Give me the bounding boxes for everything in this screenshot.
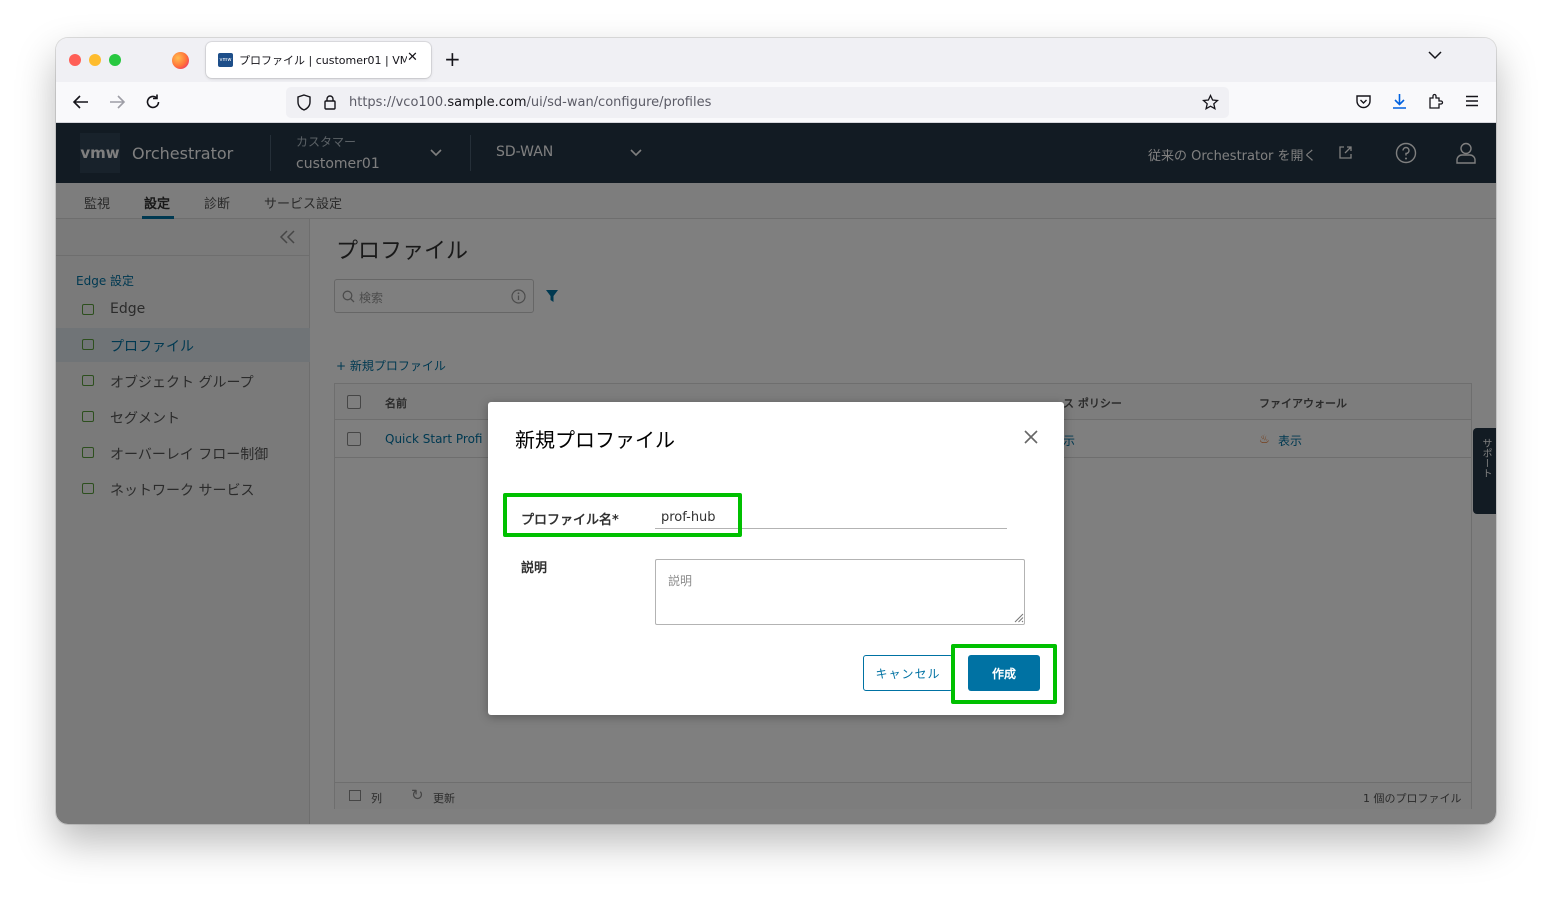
create-button[interactable]: 作成 (968, 655, 1040, 691)
reload-icon[interactable] (144, 93, 162, 111)
description-label: 説明 (521, 561, 548, 576)
navigation-bar: https://vco100.sample.com/ui/sd-wan/conf… (56, 82, 1496, 123)
browser-window: vmw プロファイル | customer01 | VMware SD-WAN … (56, 38, 1496, 824)
description-textarea[interactable] (655, 559, 1025, 625)
extensions-puzzle-icon[interactable] (1427, 93, 1444, 110)
tab-list-chevron-down-icon[interactable] (1428, 50, 1442, 60)
tab-strip: vmw プロファイル | customer01 | VMware SD-WAN … (56, 38, 1496, 82)
download-icon[interactable] (1391, 93, 1408, 110)
profile-name-input[interactable] (655, 507, 1007, 529)
browser-tab[interactable]: vmw プロファイル | customer01 | VMware SD-WAN … (206, 42, 431, 78)
minimize-window-button[interactable] (89, 54, 101, 66)
dialog-title: 新規プロファイル (515, 428, 675, 452)
bookmark-star-icon[interactable] (1202, 94, 1219, 111)
modal-backdrop[interactable]: 新規プロファイル プロファイル名* 説明 キャンセル 作成 (56, 123, 1496, 824)
profile-name-label: プロファイル名* (521, 513, 619, 528)
vmw-favicon-icon: vmw (218, 53, 233, 67)
cancel-button[interactable]: キャンセル (863, 655, 953, 691)
forward-arrow-icon[interactable] (108, 93, 126, 111)
new-profile-dialog: 新規プロファイル プロファイル名* 説明 キャンセル 作成 (488, 402, 1064, 715)
pocket-icon[interactable] (1355, 93, 1372, 110)
close-icon[interactable] (1023, 429, 1039, 445)
resize-handle-icon[interactable] (1014, 613, 1024, 623)
new-tab-plus-icon[interactable]: + (444, 47, 461, 71)
tab-title: プロファイル | customer01 | VMware SD-WAN (239, 54, 407, 67)
zoom-window-button[interactable] (109, 54, 121, 66)
lock-icon[interactable] (322, 94, 338, 111)
url-text[interactable]: https://vco100.sample.com/ui/sd-wan/conf… (349, 95, 711, 110)
shield-icon[interactable] (296, 94, 312, 111)
tab-close-icon[interactable]: ✕ (407, 50, 418, 65)
menu-hamburger-icon[interactable] (1464, 93, 1480, 109)
back-arrow-icon[interactable] (72, 93, 90, 111)
firefox-icon (172, 52, 189, 69)
url-bar[interactable]: https://vco100.sample.com/ui/sd-wan/conf… (286, 87, 1229, 118)
close-window-button[interactable] (69, 54, 81, 66)
